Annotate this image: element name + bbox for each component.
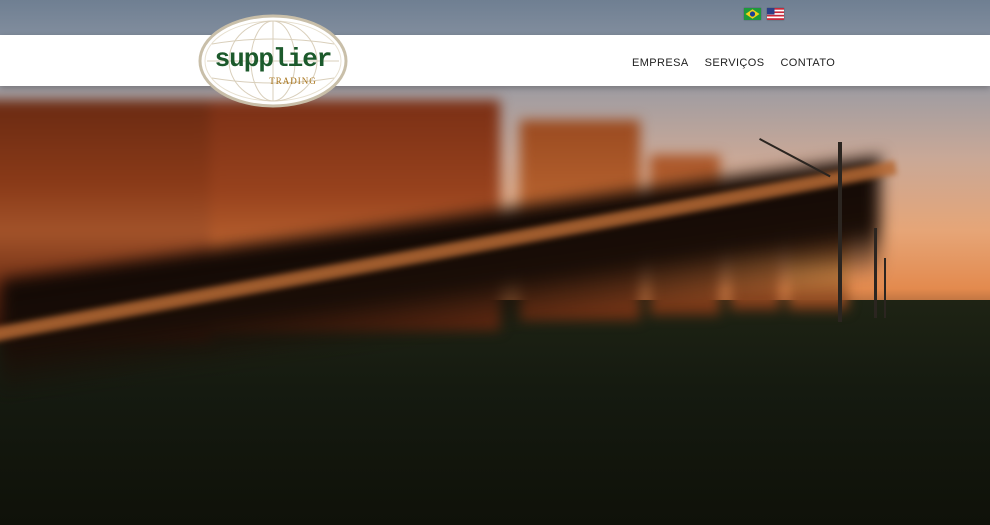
nav-empresa-link[interactable]: EMPRESA	[632, 57, 689, 69]
catenary-pole	[838, 142, 842, 322]
supplier-trading-logo[interactable]: supplier TRADING	[198, 14, 348, 108]
catenary-pole-far	[874, 228, 877, 318]
logo-subtitle: TRADING	[269, 76, 317, 86]
nav-contato-link[interactable]: CONTATO	[780, 57, 835, 69]
logo-wordmark: supplier	[214, 44, 333, 74]
site-header: EMPRESA SERVIÇOS CONTATO	[0, 35, 990, 86]
catenary-pole-farther	[884, 258, 886, 318]
language-selector	[744, 8, 784, 20]
brazil-flag-icon[interactable]	[744, 8, 761, 20]
nav-servicos-link[interactable]: SERVIÇOS	[705, 57, 765, 69]
usa-flag-icon[interactable]	[767, 8, 784, 20]
main-navigation: EMPRESA SERVIÇOS CONTATO	[632, 57, 835, 69]
